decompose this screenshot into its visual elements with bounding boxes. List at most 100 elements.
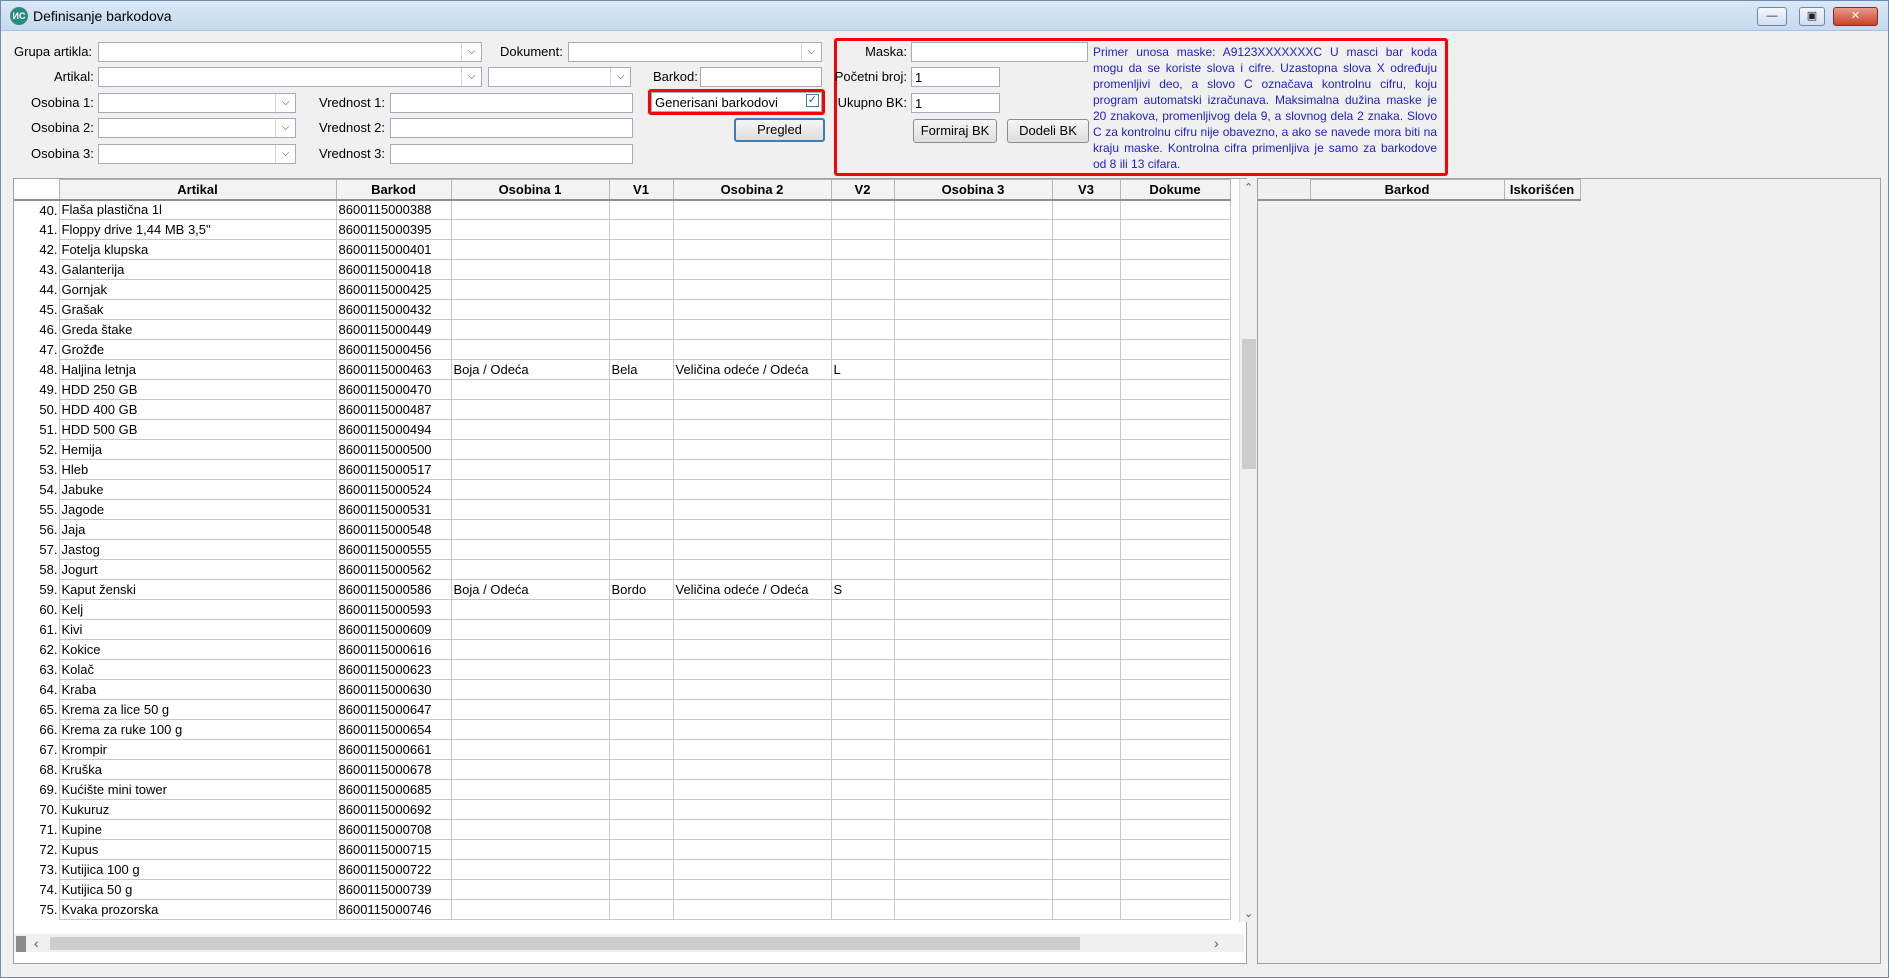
table-cell[interactable] [1119,639,1231,660]
table-row[interactable]: 49. HDD 250 GB 8600115000470 [14,379,1231,400]
close-icon[interactable]: ✕ [1833,7,1878,26]
table-cell[interactable] [1119,279,1231,300]
table-cell[interactable] [608,779,674,800]
table-cell[interactable] [893,599,1053,620]
table-cell[interactable] [1051,859,1121,880]
vrednost2-input[interactable] [390,118,633,138]
table-cell[interactable] [830,839,895,860]
table-cell[interactable] [1119,759,1231,780]
table-cell[interactable]: 8600115000531 [335,499,452,520]
generisani-barkodovi-field[interactable]: Generisani barkodovi [651,92,822,112]
table-cell[interactable] [1051,319,1121,340]
table-cell[interactable] [1119,619,1231,640]
table-cell[interactable] [450,199,610,220]
table-cell[interactable] [1119,819,1231,840]
table-row[interactable]: 56. Jaja 8600115000548 [14,519,1231,540]
table-cell[interactable]: Krema za lice 50 g [58,699,337,720]
table-row[interactable]: 52. Hemija 8600115000500 [14,439,1231,460]
table-cell[interactable] [450,239,610,260]
table-cell[interactable] [1119,499,1231,520]
chevron-down-icon[interactable]: ⌵ [275,94,295,112]
table-cell[interactable] [1051,879,1121,900]
table-cell[interactable]: Kupus [58,839,337,860]
table-cell[interactable] [830,779,895,800]
table-cell[interactable] [1051,659,1121,680]
table-cell[interactable] [893,779,1053,800]
table-cell[interactable] [893,279,1053,300]
table-cell[interactable] [450,539,610,560]
table-cell[interactable] [830,699,895,720]
table-row[interactable]: 51. HDD 500 GB 8600115000494 [14,419,1231,440]
scroll-right-icon[interactable]: › [1214,935,1219,951]
table-cell[interactable]: 8600115000609 [335,619,452,640]
table-cell[interactable] [450,299,610,320]
maska-input[interactable] [911,42,1088,62]
table-cell[interactable] [1051,739,1121,760]
table-cell[interactable]: Fotelja klupska [58,239,337,260]
table-cell[interactable] [1051,619,1121,640]
table-cell[interactable] [830,299,895,320]
table-cell[interactable]: 8600115000616 [335,639,452,660]
osobina1-combo[interactable]: ⌵ [98,93,296,113]
table-cell[interactable] [830,439,895,460]
table-cell[interactable] [450,739,610,760]
table-cell[interactable] [608,879,674,900]
table-cell[interactable] [1051,559,1121,580]
table-cell[interactable] [672,799,832,820]
table-cell[interactable] [608,319,674,340]
table-cell[interactable]: 8600115000562 [335,559,452,580]
table-cell[interactable] [450,439,610,460]
table-cell[interactable] [608,839,674,860]
table-cell[interactable] [608,819,674,840]
table-cell[interactable] [450,259,610,280]
table-cell[interactable] [1051,899,1121,920]
table-cell[interactable] [1119,679,1231,700]
table-cell[interactable]: Jastog [58,539,337,560]
table-cell[interactable]: Veličina odeće / Odeća [672,359,832,380]
vertical-scrollbar[interactable]: ⌃ ⌄ [1239,179,1257,922]
table-cell[interactable] [830,459,895,480]
table-row[interactable]: 73. Kutijica 100 g 8600115000722 [14,859,1231,880]
table-cell[interactable]: Kukuruz [58,799,337,820]
table-cell[interactable] [1051,759,1121,780]
table-cell[interactable] [450,699,610,720]
table-cell[interactable] [893,299,1053,320]
barkod-grid[interactable]: Barkod Iskorišćen [1257,178,1881,964]
table-cell[interactable]: 8600115000500 [335,439,452,460]
table-cell[interactable] [893,859,1053,880]
table-cell[interactable] [450,319,610,340]
table-cell[interactable]: 8600115000555 [335,539,452,560]
table-cell[interactable] [893,759,1053,780]
table-cell[interactable] [830,279,895,300]
table-cell[interactable] [893,359,1053,380]
table-cell[interactable] [830,719,895,740]
table-cell[interactable] [1051,599,1121,620]
table-cell[interactable]: 8600115000586 [335,579,452,600]
table-cell[interactable] [672,459,832,480]
table-cell[interactable] [1051,719,1121,740]
table-cell[interactable]: 8600115000463 [335,359,452,380]
table-cell[interactable] [893,219,1053,240]
table-cell[interactable] [608,719,674,740]
table-cell[interactable] [672,879,832,900]
table-cell[interactable] [1119,799,1231,820]
table-cell[interactable]: 8600115000593 [335,599,452,620]
table-cell[interactable]: Boja / Odeća [450,579,610,600]
table-cell[interactable]: Jabuke [58,479,337,500]
table-cell[interactable] [1051,539,1121,560]
table-row[interactable]: 71. Kupine 8600115000708 [14,819,1231,840]
column-header[interactable] [14,179,59,201]
table-row[interactable]: 61. Kivi 8600115000609 [14,619,1231,640]
table-cell[interactable] [830,339,895,360]
table-row[interactable]: 47. Grožđe 8600115000456 [14,339,1231,360]
table-row[interactable]: 44. Gornjak 8600115000425 [14,279,1231,300]
table-cell[interactable] [1051,199,1121,220]
table-cell[interactable] [1119,699,1231,720]
table-cell[interactable] [830,399,895,420]
table-cell[interactable]: Grožđe [58,339,337,360]
artikli-grid[interactable]: Artikal Barkod Osobina 1 V1 Osobina 2 V2 Osobi… [13,178,1257,964]
table-cell[interactable] [608,659,674,680]
column-header[interactable]: Osobina 2 [672,179,832,201]
table-cell[interactable] [608,459,674,480]
table-cell[interactable] [450,679,610,700]
